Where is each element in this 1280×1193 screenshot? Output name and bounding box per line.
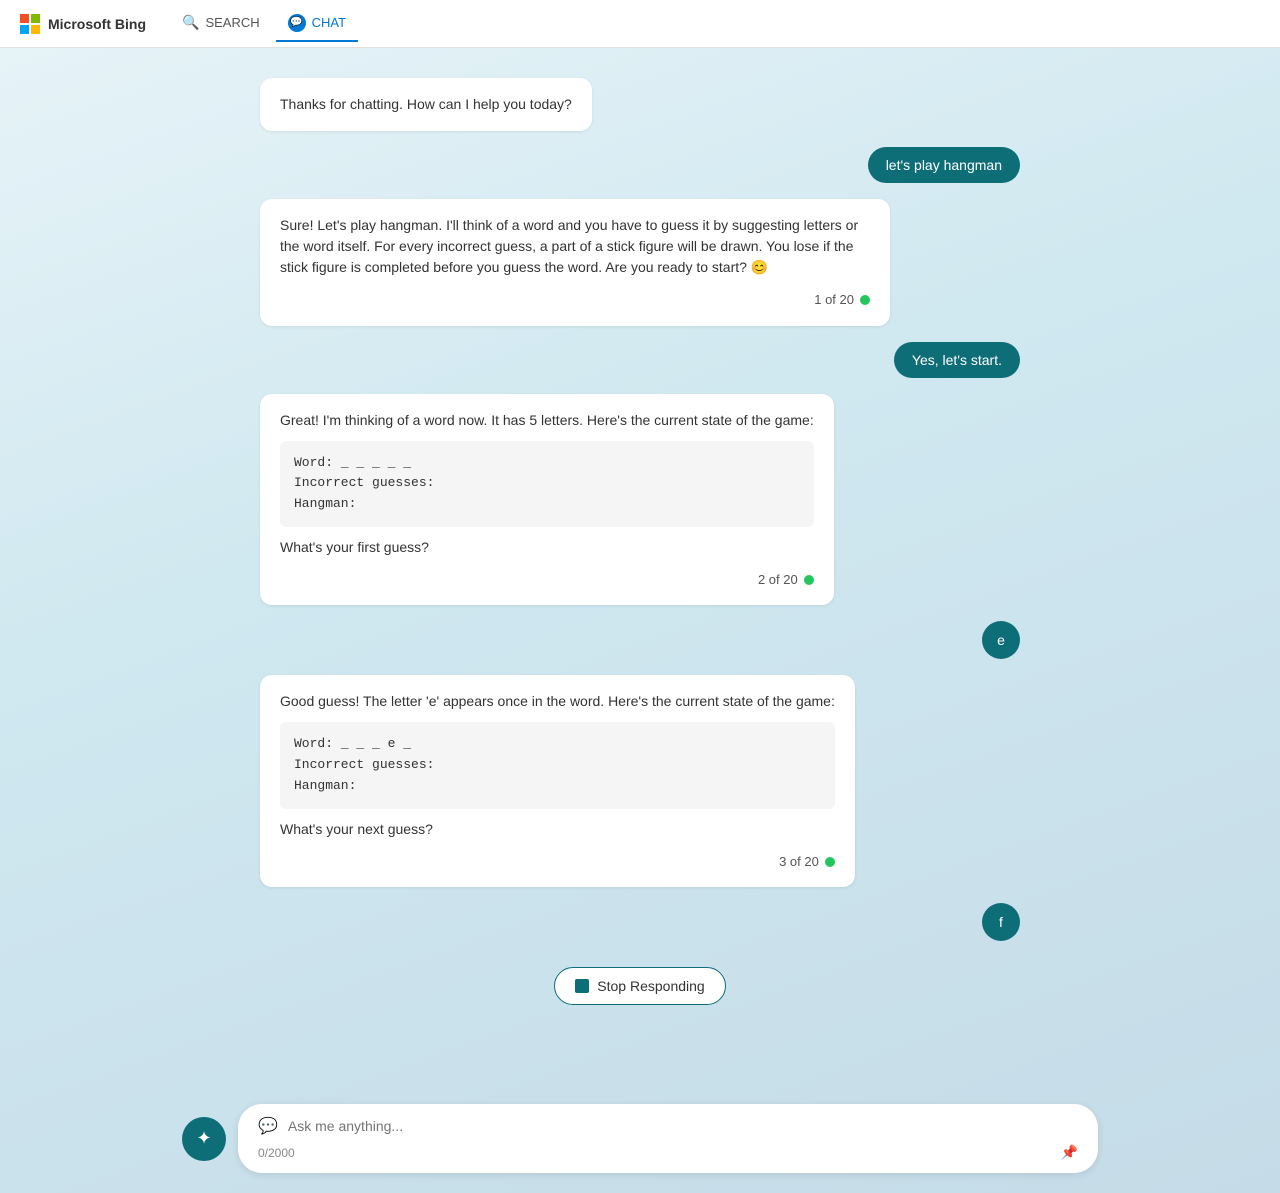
char-count: 0/2000 (258, 1146, 295, 1160)
ai-message-1: Thanks for chatting. How can I help you … (260, 78, 592, 131)
stop-responding-button[interactable]: Stop Responding (554, 967, 725, 1005)
green-dot-1 (860, 295, 870, 305)
chat-container: Thanks for chatting. How can I help you … (240, 48, 1040, 1165)
search-icon: 🔍 (182, 14, 199, 31)
stop-icon (575, 979, 589, 993)
green-dot-3 (825, 857, 835, 867)
game-state-2: Word: _ _ _ e _ Incorrect guesses: Hangm… (280, 722, 835, 808)
ai-message-2: Sure! Let's play hangman. I'll think of … (260, 199, 890, 326)
user-message-2: Yes, let's start. (894, 342, 1020, 378)
nav-search[interactable]: 🔍 SEARCH (170, 6, 272, 41)
nav-search-label: SEARCH (205, 15, 259, 30)
input-box: 💬 0/2000 📌 (238, 1104, 1098, 1173)
stop-btn-label: Stop Responding (597, 978, 704, 994)
green-dot-2 (804, 575, 814, 585)
ai-msg3-text2: What's your first guess? (280, 539, 429, 555)
pin-icon[interactable]: 📌 (1061, 1144, 1078, 1161)
user-message-1: let's play hangman (868, 147, 1020, 183)
brand-name: Microsoft Bing (48, 16, 146, 32)
ms-logo-icon (20, 14, 40, 34)
user-message-3: e (982, 621, 1020, 659)
nav-chat[interactable]: 💬 CHAT (276, 6, 358, 42)
sparkle-icon: ✦ (196, 1128, 211, 1149)
input-row: 💬 (258, 1116, 1078, 1136)
nav-chat-label: CHAT (312, 15, 346, 30)
input-container: ✦ 💬 0/2000 📌 (0, 1094, 1280, 1193)
avatar-button[interactable]: ✦ (182, 1117, 226, 1161)
ai-msg4-text1: Good guess! The letter 'e' appears once … (280, 693, 835, 709)
chat-icon: 💬 (288, 14, 306, 32)
message-counter-3: 3 of 20 (280, 852, 835, 872)
nav-bar: 🔍 SEARCH 💬 CHAT (170, 6, 358, 42)
chat-input[interactable] (288, 1118, 1078, 1134)
ai-message-3: Great! I'm thinking of a word now. It ha… (260, 394, 834, 606)
speech-bubble-icon: 💬 (258, 1116, 278, 1136)
header: Microsoft Bing 🔍 SEARCH 💬 CHAT (0, 0, 1280, 48)
logo-area: Microsoft Bing (20, 14, 146, 34)
stop-btn-container: Stop Responding (260, 967, 1020, 1005)
ai-message-4: Good guess! The letter 'e' appears once … (260, 675, 855, 887)
message-counter-2: 2 of 20 (280, 570, 814, 590)
game-state-1: Word: _ _ _ _ _ Incorrect guesses: Hangm… (280, 441, 814, 527)
ai-msg3-text1: Great! I'm thinking of a word now. It ha… (280, 412, 814, 428)
input-footer: 0/2000 📌 (258, 1144, 1078, 1161)
message-counter-1: 1 of 20 (280, 290, 870, 310)
ai-msg4-text2: What's your next guess? (280, 821, 433, 837)
user-message-4: f (982, 903, 1020, 941)
